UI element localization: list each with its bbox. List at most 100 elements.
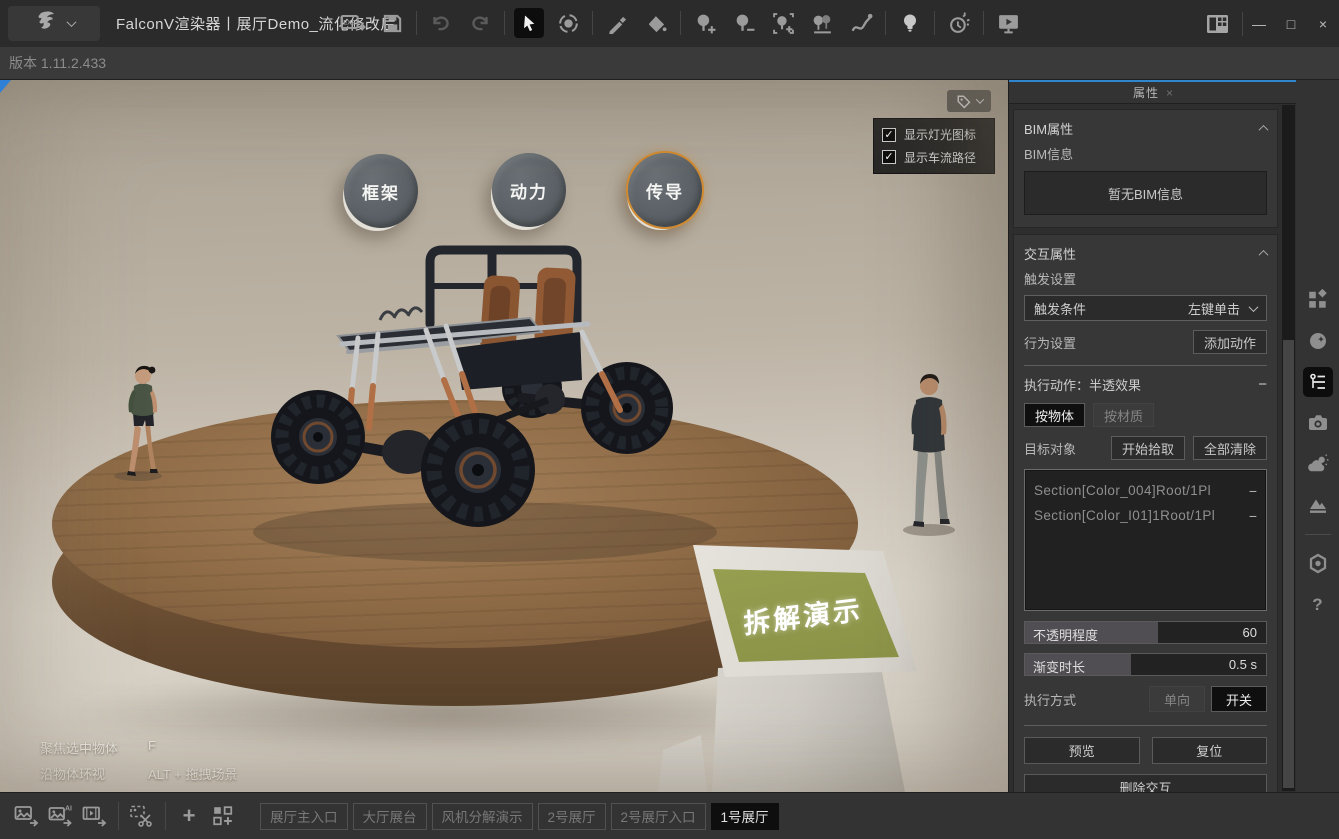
export-exe-icon[interactable]: EXE (338, 8, 368, 38)
tab-hall-2-entrance[interactable]: 2号展厅入口 (611, 803, 706, 830)
toolbar-separator (934, 11, 935, 35)
path-draw-icon[interactable] (846, 8, 876, 38)
layout-columns-icon[interactable] (1202, 9, 1232, 39)
presentation-icon[interactable] (993, 8, 1023, 38)
assets-icon[interactable] (1303, 285, 1333, 315)
save-icon[interactable] (377, 8, 407, 38)
fade-duration-label: 渐变时长 (1033, 657, 1085, 676)
snapshot-crop-icon[interactable] (125, 801, 159, 831)
plus-glyph: + (183, 806, 196, 826)
trigger-condition-label: 触发条件 (1034, 299, 1086, 318)
target-list-item[interactable]: Section[Color_I01]1Root/1Pl − (1034, 503, 1257, 528)
scene-outline-icon[interactable] (1303, 367, 1333, 397)
material-sphere-icon[interactable] (1303, 326, 1333, 356)
mode-single-button[interactable]: 单向 (1149, 686, 1205, 712)
tab-close-icon[interactable]: × (1166, 86, 1173, 100)
bim-section-header[interactable]: BIM属性 (1024, 117, 1267, 139)
light-icon[interactable] (895, 8, 925, 38)
preview-button[interactable]: 预览 (1024, 737, 1140, 764)
reset-button[interactable]: 复位 (1152, 737, 1268, 764)
tab-hall-1[interactable]: 1号展厅 (711, 803, 779, 830)
version-bar: 版本 1.11.2.433 (0, 47, 1339, 80)
add-icon[interactable]: + (172, 801, 206, 831)
foliage-batch-icon[interactable] (807, 8, 837, 38)
bottombar-separator (118, 802, 119, 830)
app-menu-button[interactable] (8, 6, 100, 41)
maximize-button[interactable]: □ (1275, 0, 1307, 47)
add-view-icon[interactable] (206, 801, 240, 831)
opacity-slider[interactable]: 不透明程度 60 (1024, 621, 1267, 644)
divider (1024, 365, 1267, 366)
fade-duration-slider[interactable]: 渐变时长 0.5 s (1024, 653, 1267, 676)
bim-empty-text: 暂无BIM信息 (1108, 184, 1183, 203)
tab-hall-2[interactable]: 2号展厅 (538, 803, 606, 830)
behavior-label: 行为设置 (1024, 333, 1076, 352)
add-action-button[interactable]: 添加动作 (1193, 330, 1267, 354)
behavior-row: 行为设置 添加动作 (1024, 330, 1267, 354)
action-title: 执行动作：半透效果 (1024, 375, 1141, 394)
clear-all-button[interactable]: 全部清除 (1193, 436, 1267, 460)
question-glyph: ? (1312, 595, 1322, 615)
target-item-name: Section[Color_I01]1Root/1Pl (1034, 508, 1246, 523)
toolbar-separator (983, 11, 984, 35)
3d-viewport[interactable]: 框架 动力 传导 (0, 80, 1008, 792)
fade-duration-value: 0.5 s (1229, 657, 1257, 672)
paint-bucket-icon[interactable] (641, 8, 671, 38)
export-video-icon[interactable] (78, 801, 112, 831)
toolbar-separator (680, 11, 681, 35)
target-item-name: Section[Color_004]Root/1Pl (1034, 483, 1246, 498)
camera-icon[interactable] (1303, 408, 1333, 438)
delete-interaction-button[interactable]: 删除交互 (1024, 774, 1267, 792)
foliage-area-add-icon[interactable] (768, 8, 798, 38)
viewport-corner-marker (0, 80, 11, 93)
settings-icon[interactable] (1303, 549, 1333, 579)
eyedropper-icon[interactable] (602, 8, 632, 38)
titlebar: FalconV渲染器丨展厅Demo_流化修改后 EXE (0, 0, 1339, 47)
redo-icon[interactable] (465, 8, 495, 38)
tab-fan-disassembly[interactable]: 风机分解演示 (432, 803, 533, 830)
remove-target-icon[interactable]: − (1249, 508, 1257, 524)
start-pick-button[interactable]: 开始拾取 (1111, 436, 1185, 460)
minimize-button[interactable]: — (1243, 0, 1275, 47)
daylight-timer-icon[interactable] (944, 8, 974, 38)
panel-scrollbar[interactable] (1282, 105, 1295, 791)
section-title: BIM属性 (1024, 119, 1073, 138)
scene-tabs: 展厅主入口 大厅展台 风机分解演示 2号展厅 2号展厅入口 1号展厅 (260, 803, 779, 830)
export-image-ai-icon[interactable]: AI (44, 801, 78, 831)
close-button[interactable]: × (1307, 0, 1339, 47)
tab-lobby-booth[interactable]: 大厅展台 (353, 803, 427, 830)
right-sidebar: ? (1296, 80, 1339, 792)
trigger-condition-select[interactable]: 触发条件 左键单击 (1024, 295, 1267, 321)
undo-icon[interactable] (426, 8, 456, 38)
interaction-section-header[interactable]: 交互属性 (1024, 242, 1267, 264)
remove-action-button[interactable]: − (1258, 376, 1267, 393)
bim-empty-box: 暂无BIM信息 (1024, 171, 1267, 215)
help-icon[interactable]: ? (1303, 590, 1333, 620)
foliage-remove-icon[interactable] (729, 8, 759, 38)
sidebar-separator (1305, 534, 1331, 535)
select-tool-icon[interactable] (514, 8, 544, 38)
foliage-add-icon[interactable] (690, 8, 720, 38)
orbit-select-icon[interactable] (553, 8, 583, 38)
environment-icon[interactable] (1303, 449, 1333, 479)
bim-info-label: BIM信息 (1024, 144, 1267, 163)
target-list[interactable]: Section[Color_004]Root/1Pl − Section[Col… (1024, 469, 1267, 611)
by-material-button[interactable]: 按材质 (1093, 403, 1154, 427)
bottombar-separator (165, 802, 166, 830)
collapse-chevron-icon[interactable] (1259, 124, 1269, 134)
svg-text:AI: AI (65, 806, 72, 813)
scrollbar-thumb[interactable] (1283, 340, 1294, 788)
remove-target-icon[interactable]: − (1249, 483, 1257, 499)
preview-reset-row: 预览 复位 (1024, 737, 1267, 764)
collapse-chevron-icon[interactable] (1259, 249, 1269, 259)
target-label: 目标对象 (1024, 439, 1076, 458)
terrain-icon[interactable] (1303, 490, 1333, 520)
export-image-icon[interactable] (10, 801, 44, 831)
window-controls: — □ × (1202, 0, 1339, 47)
tab-properties[interactable]: 属性 (1133, 84, 1159, 101)
toolbar-separator (592, 11, 593, 35)
mode-switch-button[interactable]: 开关 (1211, 686, 1267, 712)
target-list-item[interactable]: Section[Color_004]Root/1Pl − (1034, 478, 1257, 503)
by-object-button[interactable]: 按物体 (1024, 403, 1085, 427)
tab-hall-main-entrance[interactable]: 展厅主入口 (260, 803, 348, 830)
